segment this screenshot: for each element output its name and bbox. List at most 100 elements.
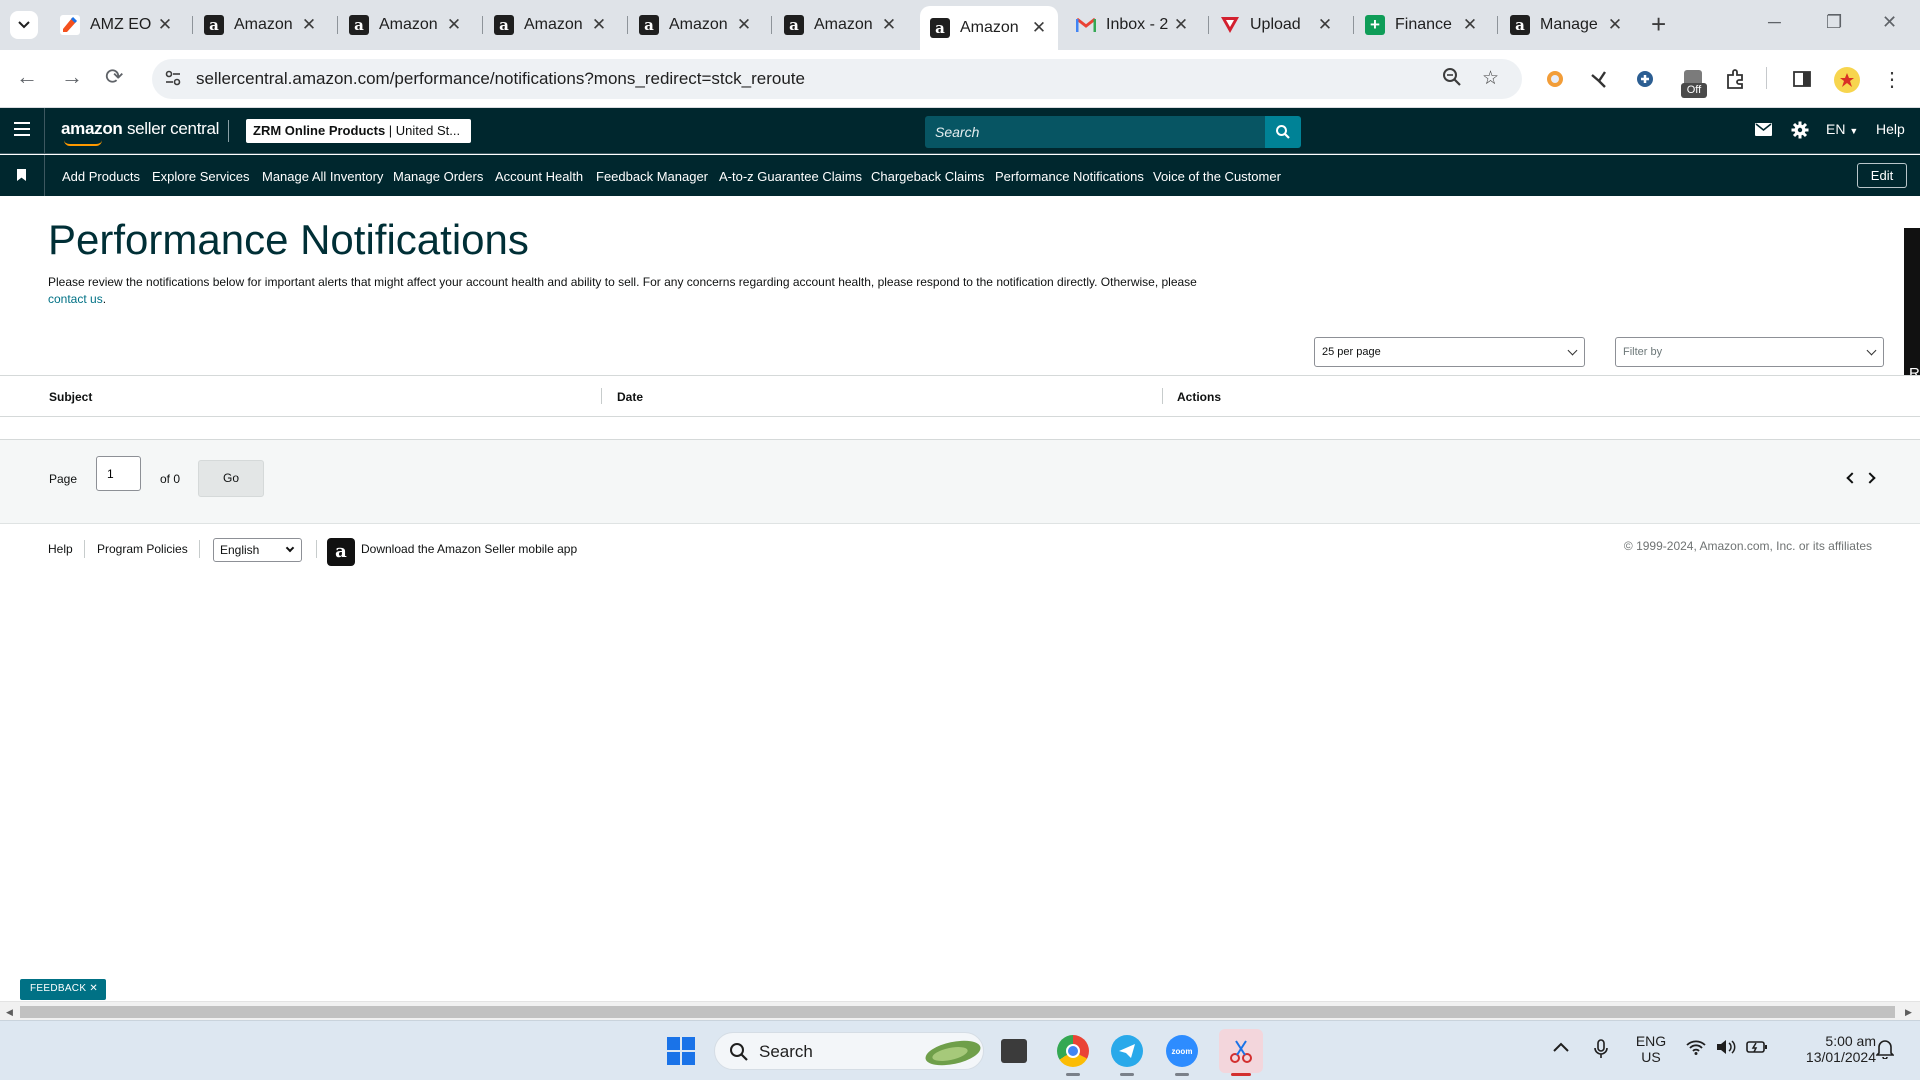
input-language[interactable]: ENG US: [1628, 1033, 1674, 1065]
extension-orange-circle-icon[interactable]: [1543, 67, 1567, 91]
tab-divider: [192, 16, 193, 34]
nav-feedback-manager[interactable]: Feedback Manager: [596, 169, 708, 184]
extension-check-icon[interactable]: [1587, 67, 1611, 91]
go-button[interactable]: Go: [198, 460, 264, 497]
footer-help-link[interactable]: Help: [48, 542, 73, 556]
browser-tab[interactable]: AMZ EO ✕: [50, 7, 184, 43]
snipping-tool-icon[interactable]: [1219, 1029, 1263, 1073]
nav-manage-orders[interactable]: Manage Orders: [393, 169, 483, 184]
window-close-icon[interactable]: ✕: [1882, 12, 1897, 33]
seller-central-logo[interactable]: amazon seller central: [61, 119, 219, 139]
amazon-app-icon[interactable]: a: [327, 538, 355, 566]
browser-tab[interactable]: a Amazon ✕: [194, 7, 328, 43]
bookmarks-nav: Add Products Explore Services Manage All…: [0, 155, 1920, 196]
extensions-puzzle-icon[interactable]: [1723, 67, 1747, 91]
close-icon[interactable]: ✕: [1459, 15, 1481, 35]
taskbar-search-box[interactable]: Search: [714, 1032, 984, 1070]
hamburger-menu-icon[interactable]: [14, 122, 30, 136]
edit-bookmarks-button[interactable]: Edit: [1857, 163, 1907, 188]
language-selector[interactable]: EN ▼: [1826, 121, 1858, 137]
close-icon[interactable]: ✕: [154, 15, 176, 35]
zoom-icon[interactable]: [1442, 67, 1462, 93]
minimize-icon[interactable]: ─: [1768, 12, 1781, 33]
notification-bell-icon[interactable]: [1875, 1039, 1895, 1064]
horizontal-scrollbar[interactable]: ◀ ▶: [0, 1001, 1920, 1020]
tab-search-button[interactable]: [10, 11, 38, 39]
previous-page-icon[interactable]: [1846, 472, 1858, 484]
nav-explore-services[interactable]: Explore Services: [152, 169, 250, 184]
bookmark-icon[interactable]: [17, 169, 26, 181]
restore-icon[interactable]: ❐: [1826, 12, 1842, 33]
browser-tab[interactable]: Upload ✕: [1210, 7, 1344, 43]
close-icon[interactable]: ✕: [89, 983, 98, 994]
nav-performance-notifications[interactable]: Performance Notifications: [995, 169, 1144, 184]
browser-tab[interactable]: a Amazon ✕: [774, 7, 908, 43]
browser-tab[interactable]: a Amazon ✕: [629, 7, 763, 43]
column-subject[interactable]: Subject: [49, 390, 92, 404]
browser-tab[interactable]: a Manage ✕: [1500, 7, 1634, 43]
close-icon[interactable]: ✕: [1604, 15, 1626, 35]
close-icon[interactable]: ✕: [1170, 15, 1192, 35]
filter-select[interactable]: Filter by: [1615, 337, 1884, 367]
close-icon[interactable]: ✕: [1314, 15, 1336, 35]
close-icon[interactable]: ✕: [878, 15, 900, 35]
chrome-icon[interactable]: [1057, 1035, 1089, 1067]
back-arrow-icon[interactable]: ←: [16, 64, 38, 90]
battery-icon[interactable]: [1746, 1040, 1768, 1059]
zoom-app-icon[interactable]: zoom: [1166, 1035, 1198, 1067]
nav-manage-inventory[interactable]: Manage All Inventory: [262, 169, 383, 184]
volume-icon[interactable]: [1716, 1039, 1736, 1060]
extension-blue-icon[interactable]: [1633, 67, 1657, 91]
per-page-select[interactable]: 25 per page: [1314, 337, 1585, 367]
close-icon[interactable]: ✕: [588, 15, 610, 35]
settings-gear-icon[interactable]: [1791, 121, 1809, 142]
nav-a-to-z-claims[interactable]: A-to-z Guarantee Claims: [719, 169, 862, 184]
close-icon[interactable]: ✕: [443, 15, 465, 35]
close-icon[interactable]: ✕: [733, 15, 755, 35]
nav-add-products[interactable]: Add Products: [62, 169, 140, 184]
browser-menu-icon[interactable]: ⋮: [1880, 67, 1904, 91]
scroll-left-icon[interactable]: ◀: [6, 1007, 13, 1018]
seller-search-button[interactable]: [1265, 116, 1301, 148]
file-explorer-icon[interactable]: [1001, 1039, 1027, 1063]
side-panel-icon[interactable]: [1790, 67, 1814, 91]
download-app-link[interactable]: Download the Amazon Seller mobile app: [361, 542, 577, 556]
seller-search-input[interactable]: Search: [925, 116, 1265, 148]
wifi-icon[interactable]: [1686, 1039, 1706, 1060]
browser-tab-active[interactable]: a Amazon ✕: [920, 6, 1058, 50]
contact-us-link[interactable]: contact us: [48, 292, 103, 306]
tray-overflow-icon[interactable]: [1553, 1039, 1569, 1057]
scroll-right-icon[interactable]: ▶: [1905, 1007, 1912, 1018]
profile-avatar[interactable]: [1834, 67, 1860, 93]
nav-voice-of-customer[interactable]: Voice of the Customer: [1153, 169, 1281, 184]
clock[interactable]: 5:00 am 13/01/2024: [1780, 1033, 1876, 1065]
bookmark-star-icon[interactable]: ☆: [1482, 67, 1499, 90]
scrollbar-thumb[interactable]: [20, 1006, 1895, 1018]
mail-icon[interactable]: [1755, 123, 1772, 139]
browser-tab[interactable]: + Finance ✕: [1355, 7, 1489, 43]
address-bar[interactable]: sellercentral.amazon.com/performance/not…: [152, 59, 1522, 99]
telegram-icon[interactable]: [1111, 1035, 1143, 1067]
close-icon[interactable]: ✕: [298, 15, 320, 35]
header-help-link[interactable]: Help: [1876, 121, 1905, 137]
column-date[interactable]: Date: [617, 390, 643, 404]
browser-tab[interactable]: a Amazon ✕: [484, 7, 618, 43]
windows-start-icon[interactable]: [667, 1037, 695, 1065]
page-number-input[interactable]: [96, 456, 141, 491]
footer-language-select[interactable]: English: [213, 538, 302, 562]
side-panel-tab[interactable]: [1904, 228, 1920, 386]
store-switcher[interactable]: ZRM Online Products | United St...: [246, 119, 471, 143]
feedback-button[interactable]: FEEDBACK ✕: [20, 979, 106, 1000]
program-policies-link[interactable]: Program Policies: [97, 542, 188, 556]
nav-chargeback-claims[interactable]: Chargeback Claims: [871, 169, 984, 184]
browser-tab[interactable]: a Amazon ✕: [339, 7, 473, 43]
site-settings-icon[interactable]: [164, 69, 182, 93]
browser-tab[interactable]: Inbox - 2 ✕: [1066, 7, 1200, 43]
close-icon[interactable]: ✕: [1028, 18, 1050, 38]
new-tab-icon[interactable]: +: [1651, 11, 1666, 37]
microphone-icon[interactable]: [1594, 1039, 1608, 1064]
forward-arrow-icon[interactable]: →: [61, 64, 83, 90]
next-page-icon[interactable]: [1864, 472, 1876, 484]
reload-icon[interactable]: ⟳: [105, 64, 123, 90]
nav-account-health[interactable]: Account Health: [495, 169, 583, 184]
